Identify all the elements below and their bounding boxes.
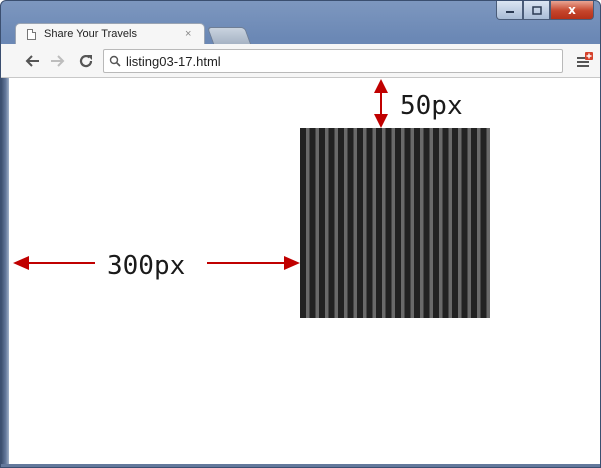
browser-toolbar [1, 44, 600, 78]
reload-button[interactable] [77, 52, 95, 70]
tab-share-your-travels[interactable]: Share Your Travels × [15, 23, 205, 45]
window-frame-left [1, 78, 9, 467]
url-input[interactable] [126, 53, 526, 69]
menu-button[interactable] [576, 52, 594, 70]
new-tab-button[interactable] [206, 27, 252, 44]
tab-strip: Share Your Travels × [1, 1, 600, 45]
left-offset-label: 300px [107, 251, 186, 281]
forward-arrow-icon [51, 55, 65, 67]
tab-close-icon[interactable]: × [185, 28, 205, 40]
back-arrow-icon [25, 55, 39, 67]
back-button[interactable] [23, 52, 41, 70]
tab-title: Share Your Travels [44, 28, 137, 40]
forward-button[interactable] [49, 52, 67, 70]
search-icon [104, 55, 126, 67]
reload-icon [79, 54, 93, 68]
address-bar[interactable] [103, 49, 563, 73]
top-offset-label: 50px [400, 91, 463, 121]
striped-box [300, 128, 490, 318]
menu-icon [577, 52, 593, 67]
window-frame-bottom [1, 464, 600, 467]
page-icon [27, 28, 36, 40]
browser-window: x Share Your Travels × listing03-17.html… [0, 0, 601, 468]
